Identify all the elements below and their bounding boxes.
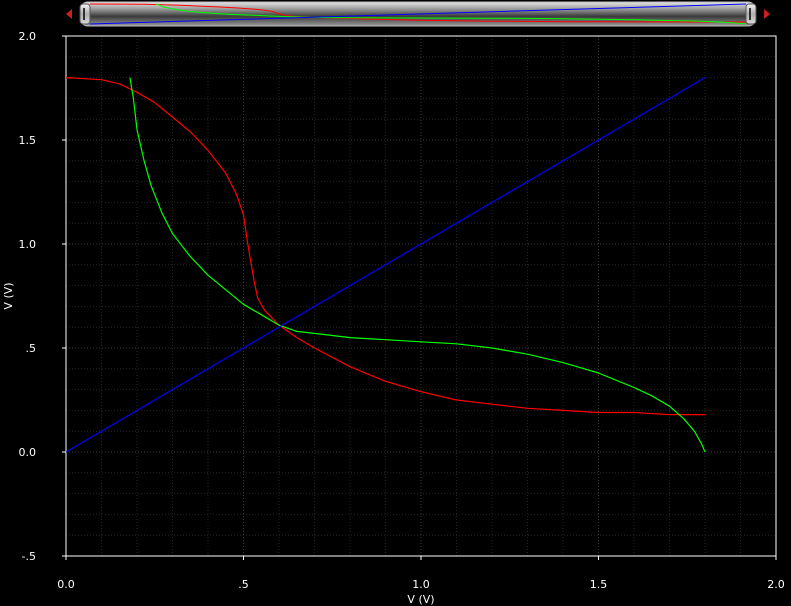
y-tick-label: 1.5 bbox=[19, 134, 37, 147]
x-tick-label: 1.5 bbox=[590, 578, 608, 591]
y-tick-label: 2.0 bbox=[19, 30, 37, 43]
scrubber-left-handle[interactable] bbox=[79, 3, 91, 25]
chart-plot: 2.0 1.5 1.0 .5 0.0 -.5 0.0 .5 1.0 1.5 2.0 V (V) V… bbox=[2, 30, 785, 606]
x-axis-label: V (V) bbox=[407, 593, 434, 606]
y-tick-label: -.5 bbox=[22, 550, 36, 563]
x-tick-label: 1.0 bbox=[412, 578, 430, 591]
y-tick-label: 1.0 bbox=[19, 238, 37, 251]
y-tick-label: .5 bbox=[26, 342, 37, 355]
overview-scrubber[interactable] bbox=[60, 0, 776, 28]
x-tick-label: 2.0 bbox=[767, 578, 785, 591]
x-tick-label: 0.0 bbox=[57, 578, 75, 591]
x-tick-label: .5 bbox=[238, 578, 249, 591]
y-tick-label: 0.0 bbox=[19, 446, 37, 459]
x-tick-labels: 0.0 .5 1.0 1.5 2.0 bbox=[57, 556, 785, 591]
scrubber-right-handle[interactable] bbox=[745, 3, 757, 25]
y-axis-label: V (V) bbox=[2, 282, 15, 309]
y-tick-labels: 2.0 1.5 1.0 .5 0.0 -.5 bbox=[19, 30, 66, 563]
